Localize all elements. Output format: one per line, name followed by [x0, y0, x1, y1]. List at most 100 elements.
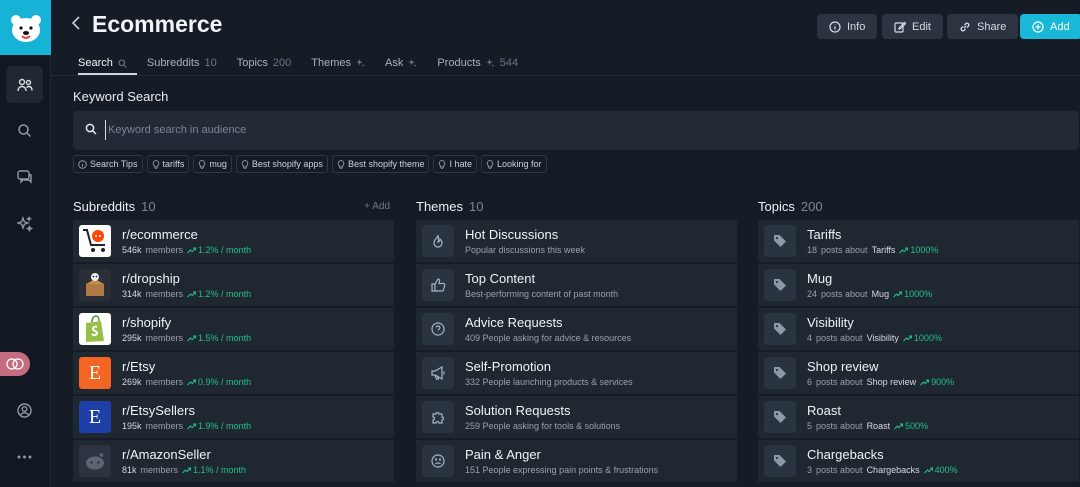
trend-up-icon [893, 290, 903, 297]
trend-up-icon [899, 246, 909, 253]
growth-rate: 1000% [899, 245, 938, 255]
subreddit-thumbnail [79, 269, 111, 301]
ai-nav-button[interactable] [6, 205, 43, 242]
topic-row[interactable]: Mug 24 posts about Mug 1000% [758, 264, 1079, 307]
chat-nav-button[interactable] [6, 159, 43, 196]
users-icon [16, 78, 33, 91]
growth-value: 1.9% / month [198, 421, 252, 431]
add-button[interactable]: Add [1020, 14, 1080, 39]
theme-name: Hot Discussions [465, 227, 559, 242]
account-nav-button[interactable] [6, 392, 43, 429]
topic-tag: Mug [871, 289, 890, 299]
topic-row[interactable]: Chargebacks 3 posts about Chargebacks 40… [758, 440, 1079, 483]
suggestion-chip[interactable]: mug [193, 155, 232, 173]
trend-up-icon [903, 334, 912, 341]
subreddit-stats: 295k members 1.5% / month [122, 333, 251, 343]
growth-value: 1000% [904, 289, 933, 299]
edit-button[interactable]: Edit [882, 14, 943, 39]
topic-stats: 3 posts about Chargebacks 400% [807, 465, 958, 475]
topic-name: Shop review [807, 359, 879, 374]
posts-label: posts about [816, 377, 863, 387]
trend-up-icon [187, 246, 197, 253]
topic-stats: 6 posts about Shop review 900% [807, 377, 954, 387]
tag-icon [774, 411, 786, 423]
info-button[interactable]: Info [817, 14, 878, 39]
subreddit-name: r/ecommerce [122, 227, 198, 242]
topic-tag: Tariffs [871, 245, 896, 255]
posts-label: posts about [816, 333, 863, 343]
theme-row[interactable]: Hot Discussions Popular discussions this… [416, 220, 737, 263]
tab-count: 544 [499, 57, 519, 69]
members-label: members [140, 465, 179, 475]
tab-label: Ask [385, 57, 404, 69]
posts-label: posts about [816, 421, 863, 431]
theme-name: Self-Promotion [465, 359, 551, 374]
topic-name: Visibility [807, 315, 854, 330]
theme-row[interactable]: Pain & Anger 151 People expressing pain … [416, 440, 737, 483]
topic-row[interactable]: Roast 5 posts about Roast 500% [758, 396, 1079, 439]
suggestion-chip[interactable]: Best shopify apps [235, 155, 328, 173]
audience-nav-button[interactable] [6, 66, 43, 103]
share-button-label: Share [977, 20, 1007, 33]
theme-row[interactable]: Self-Promotion 332 People launching prod… [416, 352, 737, 395]
topic-row[interactable]: Shop review 6 posts about Shop review 90… [758, 352, 1079, 395]
share-button[interactable]: Share [947, 14, 1019, 39]
growth-value: 500% [905, 421, 929, 431]
avatar-icon [6, 358, 24, 370]
theme-description: Best-performing content of past month [465, 289, 619, 299]
tab-subreddits[interactable]: Subreddits 10 [147, 49, 217, 75]
tab-themes[interactable]: Themes [311, 49, 365, 75]
chip-label: Search Tips [90, 159, 138, 169]
chevron-left-icon [71, 16, 80, 30]
link-icon [960, 22, 970, 31]
subreddit-row[interactable]: r/shopify 295k members 1.5% / month [73, 308, 394, 351]
app-logo[interactable] [0, 0, 51, 55]
posts-count: 18 [807, 245, 818, 255]
posts-label: posts about [821, 289, 868, 299]
suggestion-chip[interactable]: I hate [433, 155, 478, 173]
tab-topics[interactable]: Topics 200 [237, 49, 292, 75]
theme-row[interactable]: Top Content Best-performing content of p… [416, 264, 737, 307]
left-rail [0, 0, 51, 487]
subreddit-stats: 269k members 0.9% / month [122, 377, 251, 387]
search-tips-chip[interactable]: Search Tips [73, 155, 143, 173]
subreddit-row[interactable]: E r/Etsy 269k members 0.9% / month [73, 352, 394, 395]
question-icon [431, 322, 445, 336]
keyword-search-input[interactable] [105, 120, 1005, 140]
lightbulb-icon [337, 159, 345, 169]
tab-ask[interactable]: Ask [385, 49, 417, 75]
chip-label: Best shopify apps [251, 159, 323, 169]
tab-search[interactable]: Search [78, 49, 137, 75]
theme-row[interactable]: Solution Requests 259 People asking for … [416, 396, 737, 439]
lightbulb-icon [241, 159, 249, 169]
tab-label: Themes [311, 57, 351, 69]
suggestion-chip[interactable]: Best shopify theme [331, 155, 430, 173]
subreddit-row[interactable]: E r/EtsySellers 195k members 1.9% / mont… [73, 396, 394, 439]
section-header: Topics 200 [758, 196, 1079, 216]
subreddit-row[interactable]: r/ecommerce 546k members 1.2% / month [73, 220, 394, 263]
theme-row[interactable]: Advice Requests 409 People asking for ad… [416, 308, 737, 351]
topic-row[interactable]: Visibility 4 posts about Visibility 1000… [758, 308, 1079, 351]
subreddit-row[interactable]: r/dropship 314k members 1.2% / month [73, 264, 394, 307]
suggestion-chip[interactable]: tariffs [146, 155, 190, 173]
search-nav-button[interactable] [6, 112, 43, 149]
back-button[interactable] [71, 14, 81, 35]
more-nav-button[interactable] [6, 438, 43, 475]
account-circle-icon [17, 403, 32, 418]
add-button-label: Add [1050, 20, 1070, 33]
topic-row[interactable]: Tariffs 18 posts about Tariffs 1000% [758, 220, 1079, 263]
tab-products[interactable]: Products 544 [437, 49, 518, 75]
bear-logo-icon [10, 14, 41, 42]
user-avatar[interactable] [0, 352, 30, 376]
subreddit-row[interactable]: r/AmazonSeller 81k members 1.1% / month [73, 440, 394, 483]
suggestion-chip[interactable]: Looking for [481, 155, 547, 173]
topic-icon-box [764, 357, 796, 389]
add-subreddit-button[interactable]: + Add [364, 201, 394, 212]
lightbulb-icon [152, 159, 159, 169]
subreddit-name: r/shopify [122, 315, 172, 330]
members-count: 195k [122, 421, 142, 431]
growth-rate: 1.2% / month [187, 245, 251, 255]
trend-up-icon [894, 422, 904, 429]
subreddit-name: r/Etsy [122, 359, 156, 374]
growth-value: 900% [931, 377, 955, 387]
